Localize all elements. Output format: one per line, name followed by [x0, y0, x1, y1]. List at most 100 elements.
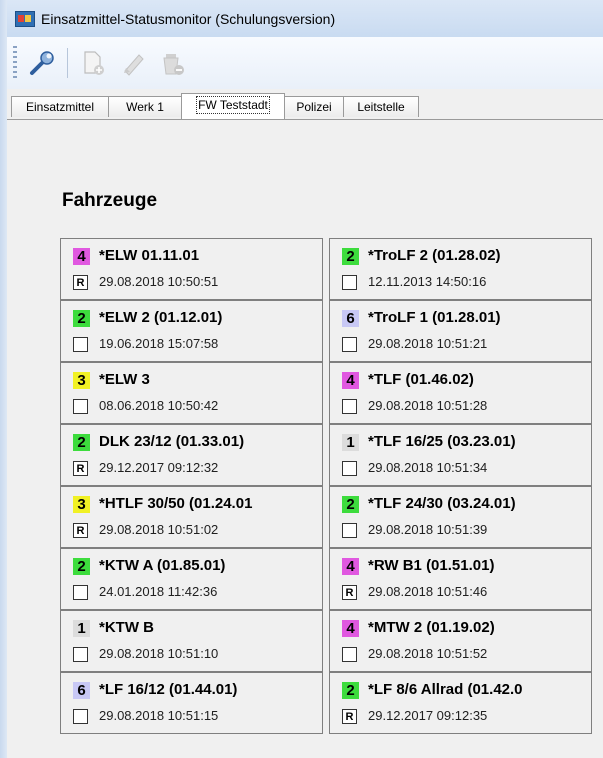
vehicle-name: *ELW 3 [99, 371, 150, 388]
vehicle-card[interactable]: 3 *HTLF 30/50 (01.24.01 R 29.08.2018 10:51:… [60, 486, 323, 548]
vehicle-name: DLK 23/12 (01.33.01) [99, 433, 245, 450]
window-title: Einsatzmittel-Statusmonitor (Schulungsve… [41, 10, 336, 27]
tab-polizei[interactable]: Polizei [284, 96, 344, 117]
status-timestamp: 29.08.2018 10:51:46 [368, 584, 488, 599]
vehicle-card[interactable]: 6 *TroLF 1 (01.28.01) 29.08.2018 10:51:21 [329, 300, 592, 362]
status-badge: 6 [342, 310, 359, 327]
vehicle-name: *TLF (01.46.02) [368, 371, 474, 388]
toolbar-separator [67, 48, 68, 78]
status-timestamp: 12.11.2013 14:50:16 [368, 274, 487, 289]
status-badge: 3 [73, 372, 90, 389]
tab-leitstelle[interactable]: Leitstelle [343, 96, 419, 117]
edit-pen-icon[interactable] [118, 48, 148, 78]
tab-label: FW Teststadt [196, 96, 270, 114]
reserve-flag-checkbox[interactable] [73, 337, 88, 352]
status-timestamp: 19.06.2018 15:07:58 [99, 336, 219, 351]
vehicle-card[interactable]: 2 *ELW 2 (01.12.01) 19.06.2018 15:07:58 [60, 300, 323, 362]
vehicle-card[interactable]: 4 *TLF (01.46.02) 29.08.2018 10:51:28 [329, 362, 592, 424]
toolbar [7, 37, 603, 89]
vehicle-name: *TroLF 2 (01.28.02) [368, 247, 501, 264]
status-badge: 4 [342, 620, 359, 637]
vehicle-card[interactable]: 6 *LF 16/12 (01.44.01) 29.08.2018 10:51:15 [60, 672, 323, 734]
tab-label: Einsatzmittel [25, 100, 95, 114]
status-timestamp: 24.01.2018 11:42:36 [99, 584, 218, 599]
reserve-flag-checkbox[interactable]: R [342, 585, 357, 600]
wrench-icon[interactable] [27, 48, 57, 78]
reserve-flag-checkbox[interactable]: R [342, 709, 357, 724]
status-timestamp: 29.12.2017 09:12:35 [368, 708, 488, 723]
vehicle-name: *RW B1 (01.51.01) [368, 557, 495, 574]
vehicle-name: *LF 8/6 Allrad (01.42.0 [368, 681, 523, 698]
tab-einsatzmittel[interactable]: Einsatzmittel [11, 96, 109, 117]
vehicle-name: *MTW 2 (01.19.02) [368, 619, 495, 636]
status-timestamp: 29.08.2018 10:51:02 [99, 522, 219, 537]
status-timestamp: 08.06.2018 10:50:42 [99, 398, 219, 413]
status-timestamp: 29.08.2018 10:50:51 [99, 274, 219, 289]
reserve-flag-checkbox[interactable] [73, 399, 88, 414]
reserve-flag-checkbox[interactable] [342, 399, 357, 414]
tab-content-panel: Fahrzeuge 4 *ELW 01.11.01 R 29.08.2018 10:5… [7, 120, 603, 758]
tab-fw-teststadt[interactable]: FW Teststadt [181, 93, 285, 119]
vehicle-card[interactable]: 4 *RW B1 (01.51.01) R 29.08.2018 10:51:46 [329, 548, 592, 610]
status-badge: 2 [73, 558, 90, 575]
app-icon [15, 10, 35, 27]
status-badge: 2 [342, 682, 359, 699]
vehicle-card[interactable]: 2 *TLF 24/30 (03.24.01) 29.08.2018 10:51:3… [329, 486, 592, 548]
vehicle-name: *TroLF 1 (01.28.01) [368, 309, 501, 326]
vehicle-name: *ELW 2 (01.12.01) [99, 309, 223, 326]
reserve-flag-checkbox[interactable] [342, 523, 357, 538]
reserve-flag-checkbox[interactable] [342, 461, 357, 476]
vehicle-name: *ELW 01.11.01 [99, 247, 200, 264]
vehicle-card[interactable]: 2 *TroLF 2 (01.28.02) 12.11.2013 14:50:16 [329, 238, 592, 300]
reserve-flag-checkbox[interactable] [342, 647, 357, 662]
title-bar[interactable]: Einsatzmittel-Statusmonitor (Schulungsve… [7, 0, 603, 37]
reserve-flag-checkbox[interactable]: R [73, 523, 88, 538]
vehicle-name: *TLF 16/25 (03.23.01) [368, 433, 516, 450]
vehicle-card[interactable]: 1 *TLF 16/25 (03.23.01) 29.08.2018 10:51:3… [329, 424, 592, 486]
status-timestamp: 29.08.2018 10:51:52 [368, 646, 488, 661]
new-document-icon[interactable] [78, 48, 108, 78]
vehicle-name: *KTW B [99, 619, 154, 636]
status-badge: 1 [342, 434, 359, 451]
status-badge: 4 [73, 248, 90, 265]
tab-strip: Einsatzmittel Werk 1 FW Teststadt Polize… [7, 89, 603, 120]
status-badge: 2 [73, 434, 90, 451]
vehicle-card[interactable]: 4 *ELW 01.11.01 R 29.08.2018 10:50:51 [60, 238, 323, 300]
status-timestamp: 29.08.2018 10:51:28 [368, 398, 488, 413]
section-title: Fahrzeuge [62, 190, 158, 211]
vehicle-card[interactable]: 3 *ELW 3 08.06.2018 10:50:42 [60, 362, 323, 424]
status-badge: 2 [73, 310, 90, 327]
status-timestamp: 29.08.2018 10:51:10 [99, 646, 219, 661]
reserve-flag-checkbox[interactable] [73, 647, 88, 662]
status-badge: 4 [342, 372, 359, 389]
reserve-flag-checkbox[interactable] [73, 585, 88, 600]
status-timestamp: 29.12.2017 09:12:32 [99, 460, 219, 475]
vehicle-name: *KTW A (01.85.01) [99, 557, 226, 574]
status-timestamp: 29.08.2018 10:51:21 [368, 336, 488, 351]
delete-bucket-icon[interactable] [158, 48, 188, 78]
status-badge: 4 [342, 558, 359, 575]
status-timestamp: 29.08.2018 10:51:15 [99, 708, 219, 723]
reserve-flag-checkbox[interactable] [342, 275, 357, 290]
tab-label: Polizei [296, 100, 332, 114]
tab-werk-1[interactable]: Werk 1 [108, 96, 182, 117]
status-timestamp: 29.08.2018 10:51:34 [368, 460, 488, 475]
vehicle-card[interactable]: 4 *MTW 2 (01.19.02) 29.08.2018 10:51:52 [329, 610, 592, 672]
reserve-flag-checkbox[interactable]: R [73, 461, 88, 476]
tab-label: Werk 1 [126, 100, 164, 114]
vehicle-card[interactable]: 1 *KTW B 29.08.2018 10:51:10 [60, 610, 323, 672]
reserve-flag-checkbox[interactable] [73, 709, 88, 724]
reserve-flag-checkbox[interactable]: R [73, 275, 88, 290]
status-badge: 1 [73, 620, 90, 637]
status-badge: 6 [73, 682, 90, 699]
status-badge: 2 [342, 248, 359, 265]
toolbar-grip[interactable] [13, 46, 17, 80]
status-timestamp: 29.08.2018 10:51:39 [368, 522, 488, 537]
vehicle-card[interactable]: 2 DLK 23/12 (01.33.01) R 29.12.2017 09:12:3… [60, 424, 323, 486]
vehicle-card[interactable]: 2 *KTW A (01.85.01) 24.01.2018 11:42:36 [60, 548, 323, 610]
vehicle-name: *LF 16/12 (01.44.01) [99, 681, 238, 698]
vehicle-name: *TLF 24/30 (03.24.01) [368, 495, 516, 512]
status-badge: 3 [73, 496, 90, 513]
reserve-flag-checkbox[interactable] [342, 337, 357, 352]
vehicle-card[interactable]: 2 *LF 8/6 Allrad (01.42.0 R 29.12.2017 09:1… [329, 672, 592, 734]
